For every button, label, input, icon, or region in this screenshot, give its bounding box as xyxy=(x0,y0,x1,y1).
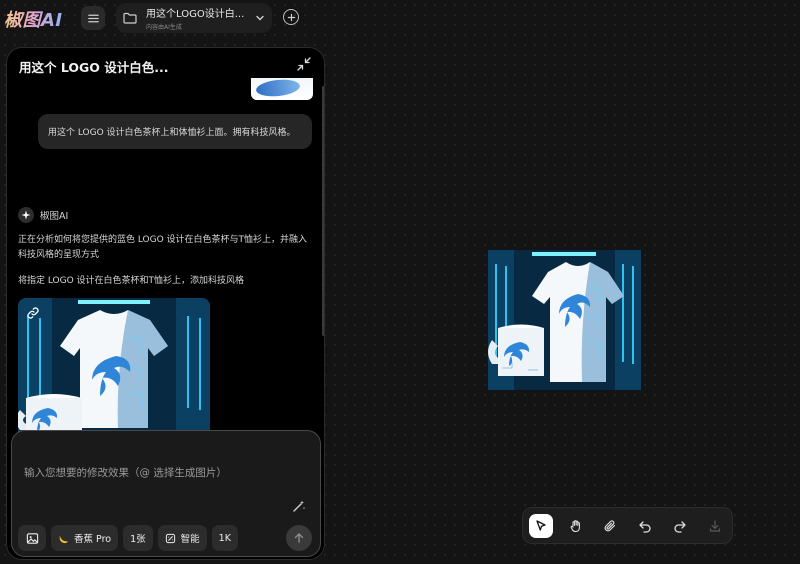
generated-image[interactable] xyxy=(18,298,210,438)
chevron-down-icon xyxy=(256,15,264,21)
model-selector[interactable]: 香蕉 Pro xyxy=(51,525,119,551)
assistant-header: 椒图AI xyxy=(18,207,68,223)
top-bar: 椒图AI 用这个LOGO设计白... 内容由AI生成 xyxy=(0,0,800,36)
smart-mode-selector[interactable]: 智能 xyxy=(157,525,207,551)
assistant-paragraph: 正在分析如何将您提供的蓝色 LOGO 设计在白色茶杯与T恤衫上，并融入科技风格的… xyxy=(18,235,308,260)
redo-button[interactable] xyxy=(668,514,692,538)
canvas-image-art xyxy=(488,250,641,390)
download-icon xyxy=(709,520,721,532)
image-icon xyxy=(26,532,38,544)
user-message: 用这个 LOGO 设计白色茶杯上和体恤衫上面。拥有科技风格。 xyxy=(38,114,312,149)
chat-scrollbar[interactable] xyxy=(322,86,324,336)
canvas-toolbar xyxy=(522,507,733,544)
panel-title: 用这个 LOGO 设计白色... xyxy=(19,60,169,75)
previous-logo-thumbnail[interactable] xyxy=(251,78,313,100)
pan-tool-button[interactable] xyxy=(564,514,588,538)
sparkle-icon xyxy=(21,210,31,220)
paperclip-icon xyxy=(604,520,616,532)
image-upload-button[interactable] xyxy=(18,525,46,551)
link-icon[interactable] xyxy=(26,306,40,320)
project-subtitle: 内容由AI生成 xyxy=(146,24,182,31)
assistant-paragraph: 将指定 LOGO 设计在白色茶杯和T恤衫上，添加科技风格 xyxy=(18,276,245,286)
model-label: 香蕉 Pro xyxy=(74,534,112,545)
collapse-arrows-icon[interactable] xyxy=(296,56,312,72)
canvas-image[interactable] xyxy=(488,250,641,390)
project-title: 用这个LOGO设计白... xyxy=(146,9,245,20)
smart-icon xyxy=(165,533,175,543)
undo-icon xyxy=(639,521,651,533)
prompt-input[interactable] xyxy=(24,443,304,503)
redo-icon xyxy=(674,521,686,533)
app-logo[interactable]: 椒图AI xyxy=(4,6,63,32)
image-count-selector[interactable]: 1张 xyxy=(123,525,153,551)
send-button[interactable] xyxy=(286,525,312,551)
resolution-label: 1K xyxy=(218,532,231,544)
menu-button[interactable] xyxy=(81,6,105,30)
plus-circle-icon xyxy=(287,13,295,21)
generated-image-art xyxy=(18,298,210,438)
attach-tool-button[interactable] xyxy=(598,514,622,538)
project-switcher[interactable]: 用这个LOGO设计白... 内容由AI生成 xyxy=(116,3,272,33)
hand-icon xyxy=(570,520,580,533)
user-message-text: 用这个 LOGO 设计白色茶杯上和体恤衫上面。拥有科技风格。 xyxy=(48,128,296,138)
chat-panel: 用这个 LOGO 设计白色... 用这个 LOGO 设计白色茶杯上和体恤衫上面。… xyxy=(6,47,325,560)
image-count-label: 1张 xyxy=(130,534,146,545)
undo-button[interactable] xyxy=(633,514,657,538)
select-tool-button[interactable] xyxy=(529,514,553,538)
assistant-name: 椒图AI xyxy=(40,211,69,222)
banana-icon xyxy=(59,535,69,543)
composer-options: 香蕉 Pro 1张 智能 1K xyxy=(18,525,243,551)
assistant-avatar xyxy=(18,207,34,223)
smart-label: 智能 xyxy=(180,534,200,545)
folder-icon xyxy=(123,12,137,24)
magic-wand-icon[interactable] xyxy=(292,499,306,513)
arrow-up-icon xyxy=(294,533,304,543)
download-button[interactable] xyxy=(703,514,727,538)
new-project-button[interactable] xyxy=(283,9,299,25)
menu-icon xyxy=(87,14,99,22)
cursor-arrow-icon xyxy=(536,520,546,531)
prompt-composer: 香蕉 Pro 1张 智能 1K xyxy=(11,430,321,557)
resolution-selector[interactable]: 1K xyxy=(211,525,238,551)
